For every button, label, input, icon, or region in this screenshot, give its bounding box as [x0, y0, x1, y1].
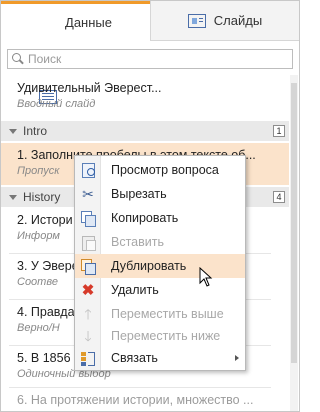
tab-slides-label: Слайды — [213, 13, 263, 28]
mouse-cursor-icon — [199, 267, 213, 287]
menu-item-label: Переместить выше — [111, 307, 224, 321]
menu-item-label: Вставить — [111, 235, 164, 249]
menu-item-duplicate[interactable]: Дублировать — [75, 254, 245, 278]
item-subtitle: Вводный слайд — [17, 98, 96, 110]
tab-slides[interactable]: Слайды — [150, 1, 299, 41]
menu-item-move-down[interactable]: 🡓 Переместить ниже — [75, 324, 245, 348]
tab-data-label: Данные — [65, 15, 112, 30]
scrollbar-thumb[interactable] — [291, 83, 297, 363]
menu-item-move-up[interactable]: 🡑 Переместить выше — [75, 302, 245, 326]
delete-icon: ✖ — [81, 281, 95, 299]
group-header-intro[interactable]: Intro 1 — [1, 121, 289, 141]
list-scrollbar[interactable] — [290, 75, 298, 411]
menu-item-copy[interactable]: Копировать — [75, 206, 245, 230]
menu-item-cut[interactable]: ✂ Вырезать — [75, 182, 245, 206]
context-menu: Просмотр вопроса ✂ Вырезать Копировать В… — [74, 155, 246, 371]
slides-icon — [187, 13, 206, 28]
paste-icon — [75, 230, 101, 254]
group-name: Intro — [23, 124, 48, 138]
group-count-badge: 1 — [273, 125, 285, 137]
menu-item-link[interactable]: Связать — [75, 346, 245, 370]
menu-item-label: Удалить — [111, 283, 159, 297]
group-name: History — [23, 190, 61, 204]
questions-panel: Данные Слайды Удивительный Эверест... Вв… — [0, 0, 300, 412]
arrow-down-icon: 🡓 — [84, 328, 92, 344]
menu-item-label: Связать — [111, 351, 158, 365]
duplicate-icon — [75, 254, 101, 278]
link-icon — [75, 346, 101, 370]
tab-data[interactable]: Данные — [1, 1, 150, 104]
list-item-question-6[interactable]: 6. На протяжении истории, множество ... — [1, 393, 289, 411]
menu-item-label: Дублировать — [111, 259, 187, 273]
menu-item-preview-question[interactable]: Просмотр вопроса — [75, 158, 245, 182]
cut-icon: ✂ — [82, 185, 94, 202]
copy-icon — [75, 206, 101, 230]
preview-icon — [75, 158, 101, 182]
list-item-intro-slide[interactable]: Удивительный Эверест... Вводный слайд — [1, 81, 289, 117]
search-input[interactable] — [28, 52, 268, 66]
menu-item-delete[interactable]: ✖ Удалить — [75, 278, 245, 302]
menu-item-paste[interactable]: Вставить — [75, 230, 245, 254]
collapse-triangle-icon[interactable] — [9, 194, 17, 200]
search-icon — [12, 53, 24, 65]
divider — [9, 387, 271, 388]
search-box — [7, 49, 293, 69]
group-count-badge: 4 — [273, 191, 285, 203]
collapse-triangle-icon[interactable] — [9, 128, 17, 134]
item-title: Удивительный Эверест... — [17, 81, 162, 95]
menu-item-label: Переместить ниже — [111, 329, 221, 343]
arrow-up-icon: 🡑 — [84, 306, 92, 322]
item-title: 6. На протяжении истории, множество ... — [17, 393, 254, 407]
submenu-arrow-icon — [235, 355, 239, 361]
menu-item-label: Вырезать — [111, 187, 167, 201]
tab-bar: Данные Слайды — [1, 1, 299, 104]
menu-item-label: Просмотр вопроса — [111, 163, 219, 177]
menu-item-label: Копировать — [111, 211, 179, 225]
